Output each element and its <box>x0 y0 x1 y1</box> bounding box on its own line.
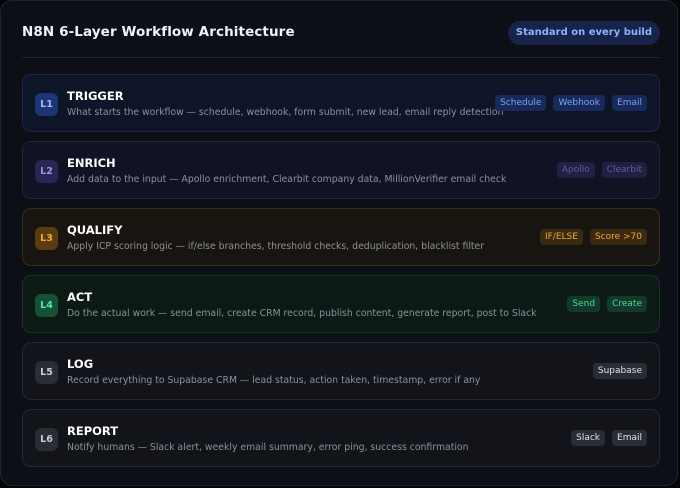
layer-tag: Score >70 <box>589 229 647 245</box>
header-divider <box>22 57 660 58</box>
layer-description: Do the actual work — send email, create … <box>67 308 537 319</box>
layer-name: QUALIFY <box>67 223 123 237</box>
layer-name: ACT <box>67 290 93 304</box>
layer-tag: Supabase <box>592 363 647 379</box>
layer-tag: Slack <box>571 430 606 446</box>
layer-enrich: L2 ENRICH Add data to the input — Apollo e… <box>22 141 660 199</box>
layer-tags: Send Create <box>567 296 647 312</box>
layer-number-badge: L3 <box>35 227 58 250</box>
layer-description: What starts the workflow — schedule, web… <box>67 107 504 118</box>
header: N8N 6-Layer Workflow Architecture Standa… <box>22 21 660 47</box>
layer-number-badge: L2 <box>35 160 58 183</box>
layer-name: ENRICH <box>67 156 116 170</box>
layer-tag: Webhook <box>553 95 606 111</box>
layer-tag: IF/ELSE <box>539 229 583 245</box>
layer-tag: Schedule <box>495 95 547 111</box>
layer-description: Apply ICP scoring logic — if/else branch… <box>67 241 485 252</box>
layer-tags: Schedule Webhook Email <box>495 95 647 111</box>
layer-tag: Clearbit <box>601 162 647 178</box>
layer-tags: IF/ELSE Score >70 <box>539 229 647 245</box>
layer-tag: Apollo <box>556 162 595 178</box>
layer-trigger: L1 TRIGGER What starts the workflow — sche… <box>22 74 660 132</box>
layer-number-badge: L6 <box>35 428 58 451</box>
layer-report: L6 REPORT Notify humans — Slack alert, wee… <box>22 409 660 467</box>
layer-tag: Create <box>607 296 647 312</box>
page-title: N8N 6-Layer Workflow Architecture <box>22 24 295 40</box>
layer-number-badge: L4 <box>35 294 58 317</box>
layer-tags: Slack Email <box>571 430 647 446</box>
layer-number-badge: L5 <box>35 361 58 384</box>
architecture-card: N8N 6-Layer Workflow Architecture Standa… <box>0 0 678 486</box>
layer-name: LOG <box>67 357 94 371</box>
layer-tags: Supabase <box>592 363 647 379</box>
layer-number-badge: L1 <box>35 93 58 116</box>
standard-badge: Standard on every build <box>507 21 660 45</box>
layer-description: Notify humans — Slack alert, weekly emai… <box>67 442 469 453</box>
layer-log: L5 LOG Record everything to Supabase CRM —… <box>22 342 660 400</box>
layer-name: REPORT <box>67 424 119 438</box>
layer-tag: Email <box>612 430 647 446</box>
layer-name: TRIGGER <box>67 89 124 103</box>
layer-tag: Send <box>567 296 601 312</box>
layer-qualify: L3 QUALIFY Apply ICP scoring logic — if/el… <box>22 208 660 266</box>
layer-tag: Email <box>612 95 647 111</box>
layer-description: Record everything to Supabase CRM — lead… <box>67 375 481 386</box>
layer-description: Add data to the input — Apollo enrichmen… <box>67 174 507 185</box>
layer-tags: Apollo Clearbit <box>556 162 647 178</box>
layer-act: L4 ACT Do the actual work — send email, cr… <box>22 275 660 333</box>
